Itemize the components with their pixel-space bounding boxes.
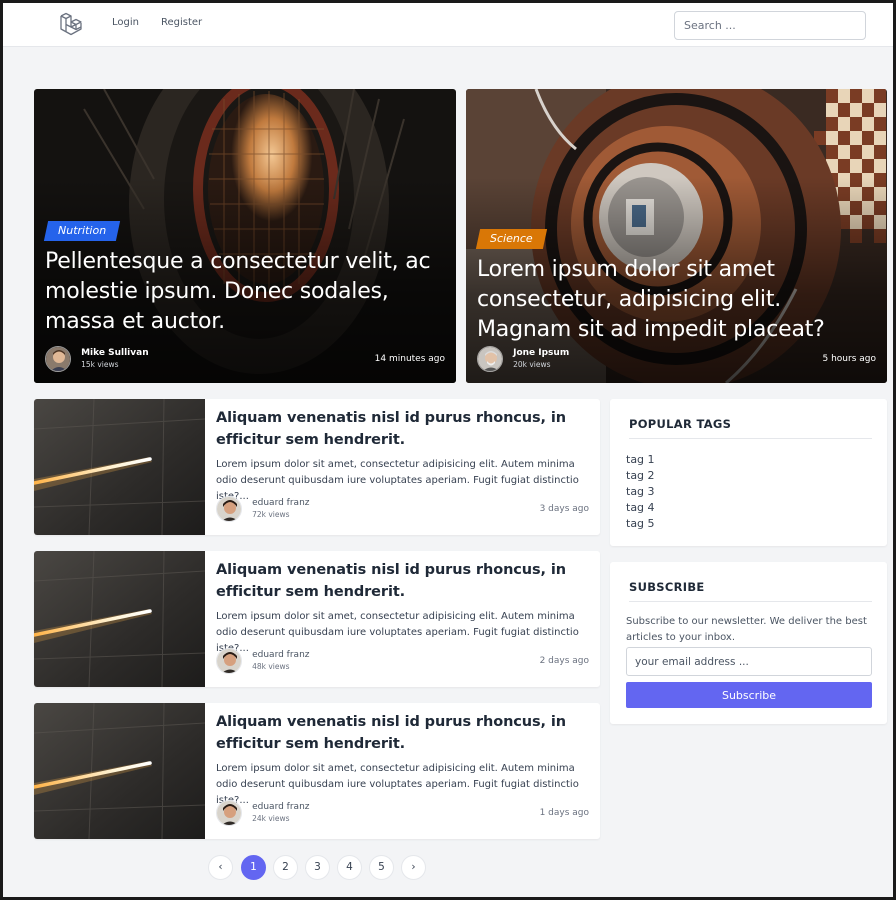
tag-link[interactable]: tag 5: [626, 516, 655, 532]
tag-link[interactable]: tag 3: [626, 484, 655, 500]
author-name[interactable]: Jone Ipsum: [513, 348, 569, 359]
category-badge[interactable]: Nutrition: [43, 221, 121, 241]
post-title[interactable]: Aliquam venenatis nisl id purus rhoncus,…: [216, 711, 600, 755]
page-button-4[interactable]: 4: [337, 855, 362, 880]
widget-title: SUBSCRIBE: [629, 580, 872, 602]
email-field[interactable]: [626, 647, 872, 676]
post-thumbnail-image: [34, 703, 205, 839]
post-author: Jone Ipsum 20k views: [477, 346, 569, 373]
view-count: 24k views: [252, 814, 290, 823]
login-link[interactable]: Login: [112, 17, 139, 28]
top-navbar: Login Register: [3, 3, 893, 47]
page-button-2[interactable]: 2: [273, 855, 298, 880]
view-count: 72k views: [252, 510, 290, 519]
post-author: eduard franz 24k views: [216, 800, 310, 826]
subscribe-button[interactable]: Subscribe: [626, 682, 872, 708]
subscribe-description: Subscribe to our newsletter. We deliver …: [626, 616, 867, 643]
post-thumbnail-image: [34, 551, 205, 687]
avatar: [45, 346, 71, 372]
post-card[interactable]: Aliquam venenatis nisl id purus rhoncus,…: [34, 551, 600, 687]
chevron-left-icon: ‹: [218, 861, 223, 873]
post-thumbnail-image: [34, 399, 205, 535]
featured-post-1[interactable]: Nutrition Pellentesque a consectetur vel…: [34, 89, 456, 383]
author-name[interactable]: Mike Sullivan: [81, 348, 149, 359]
widget-title: POPULAR TAGS: [629, 417, 872, 439]
post-title[interactable]: Aliquam venenatis nisl id purus rhoncus,…: [216, 559, 600, 603]
post-author: eduard franz 48k views: [216, 648, 310, 674]
avatar: [216, 648, 242, 674]
post-timestamp: 2 days ago: [539, 656, 589, 666]
prev-page-button[interactable]: ‹: [208, 855, 233, 880]
search-input[interactable]: [674, 11, 866, 40]
tag-link[interactable]: tag 2: [626, 468, 655, 484]
tag-link[interactable]: tag 4: [626, 500, 655, 516]
author-name[interactable]: eduard franz: [252, 802, 309, 813]
category-badge[interactable]: Science: [475, 229, 547, 249]
page-button-3[interactable]: 3: [305, 855, 330, 880]
featured-title[interactable]: Pellentesque a consectetur velit, ac mol…: [45, 247, 442, 337]
view-count: 20k views: [513, 360, 551, 369]
post-card[interactable]: Aliquam venenatis nisl id purus rhoncus,…: [34, 703, 600, 839]
view-count: 15k views: [81, 360, 119, 369]
featured-title[interactable]: Lorem ipsum dolor sit amet consectetur, …: [477, 255, 873, 345]
featured-post-2[interactable]: Science Lorem ipsum dolor sit amet conse…: [466, 89, 887, 383]
post-title[interactable]: Aliquam venenatis nisl id purus rhoncus,…: [216, 407, 600, 451]
chevron-right-icon: ›: [411, 861, 416, 873]
tag-list: tag 1 tag 2 tag 3 tag 4 tag 5: [626, 452, 655, 532]
avatar: [477, 346, 503, 372]
subscribe-widget: SUBSCRIBE Subscribe to our newsletter. W…: [610, 562, 887, 724]
post-card[interactable]: Aliquam venenatis nisl id purus rhoncus,…: [34, 399, 600, 535]
avatar: [216, 800, 242, 826]
page-button-5[interactable]: 5: [369, 855, 394, 880]
avatar: [216, 496, 242, 522]
next-page-button[interactable]: ›: [401, 855, 426, 880]
page-button-1[interactable]: 1: [241, 855, 266, 880]
post-author: Mike Sullivan 15k views: [45, 346, 149, 373]
laravel-logo-icon[interactable]: [59, 12, 83, 38]
post-author: eduard franz 72k views: [216, 496, 310, 522]
popular-tags-widget: POPULAR TAGS tag 1 tag 2 tag 3 tag 4 tag…: [610, 399, 887, 546]
author-name[interactable]: eduard franz: [252, 650, 309, 661]
post-timestamp: 5 hours ago: [822, 354, 877, 364]
register-link[interactable]: Register: [161, 17, 202, 28]
tag-link[interactable]: tag 1: [626, 452, 655, 468]
post-timestamp: 14 minutes ago: [374, 354, 445, 364]
author-name[interactable]: eduard franz: [252, 498, 309, 509]
post-timestamp: 1 days ago: [539, 808, 589, 818]
view-count: 48k views: [252, 662, 290, 671]
post-timestamp: 3 days ago: [539, 504, 589, 514]
